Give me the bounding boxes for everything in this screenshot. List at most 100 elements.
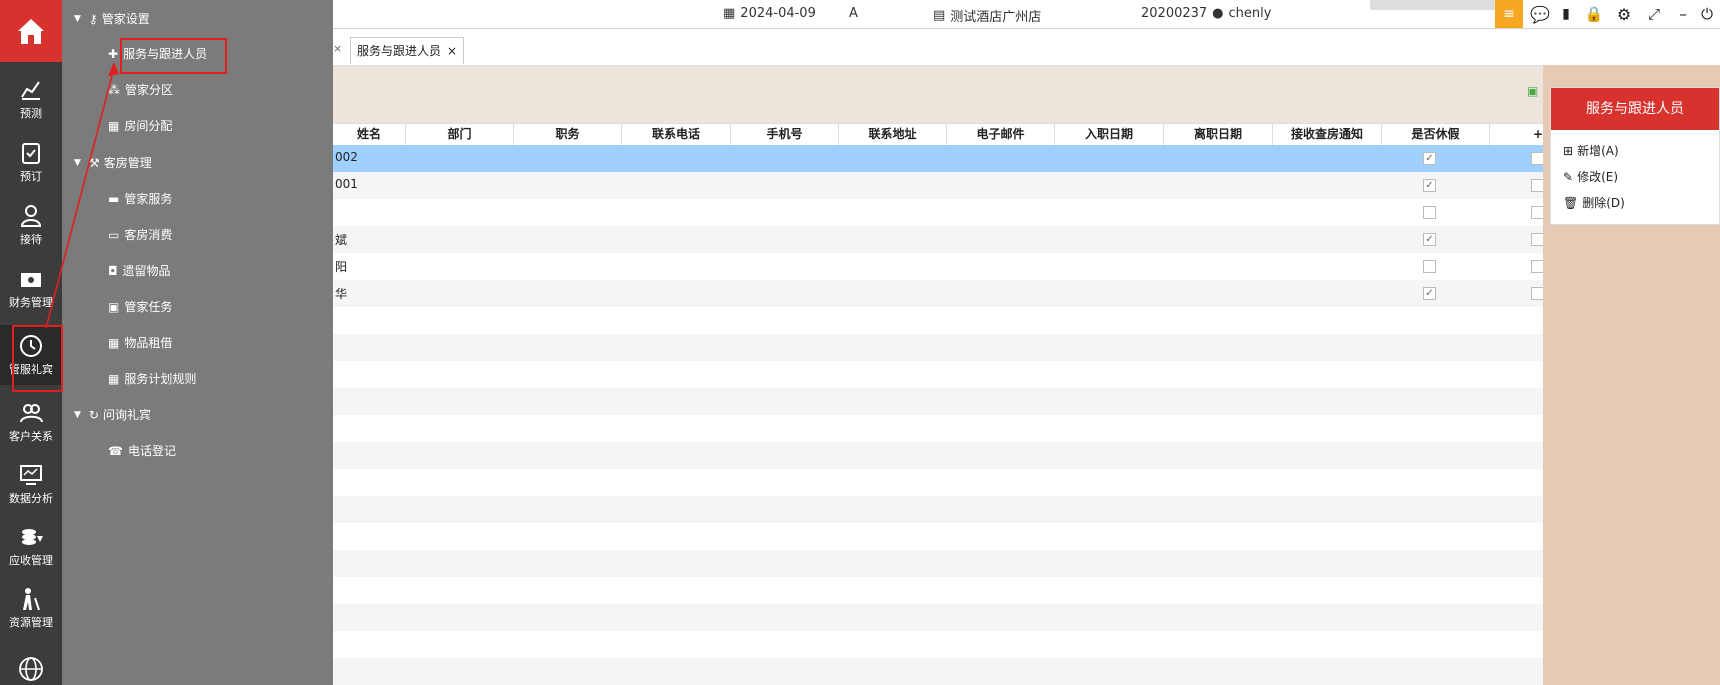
power-icon[interactable]: ⏻ [1697, 5, 1717, 23]
user-info[interactable]: 20200237 ● chenly [1141, 6, 1271, 21]
column-header[interactable]: 入职日期 [1055, 124, 1164, 145]
data-grid: 姓名 部门 职务 联系电话 手机号 联系地址 电子邮件 入职日期 离职日期 接收查房通知 是否休假 +… [333, 123, 1543, 685]
tab-active[interactable]: 服务与跟进人员 × [350, 37, 465, 64]
people-icon [20, 404, 43, 423]
table-row[interactable] [333, 577, 1543, 604]
message-icon[interactable]: 💬 [1527, 5, 1553, 24]
signal-icon[interactable]: ▮ [1553, 6, 1579, 22]
cell-name: 001 [335, 177, 358, 191]
walker-icon [23, 588, 40, 611]
column-header[interactable]: 联系地址 [839, 124, 947, 145]
cell-name: 阳 [335, 260, 348, 274]
nav-item-9[interactable]: 资源管理 [0, 578, 62, 638]
column-header[interactable]: 职务 [514, 124, 622, 145]
column-header[interactable]: 联系电话 [622, 124, 731, 145]
column-header[interactable]: 离职日期 [1164, 124, 1273, 145]
table-row[interactable] [333, 334, 1543, 361]
monitor-icon [20, 465, 42, 485]
vacation-checkbox[interactable] [1531, 233, 1543, 246]
export-icon[interactable]: ▣ [1527, 84, 1538, 98]
caret-down-icon: ▼ [74, 409, 81, 420]
table-row[interactable] [333, 307, 1543, 334]
table-row[interactable]: 001 ✓ [333, 172, 1543, 199]
nav-item-7[interactable]: 数据分析 [0, 454, 62, 514]
vacation-checkbox[interactable] [1531, 206, 1543, 219]
status-indicator [1370, 0, 1495, 10]
table-row[interactable] [333, 631, 1543, 658]
expand-icon[interactable]: ⤢ [1639, 5, 1669, 23]
notify-checkbox[interactable] [1423, 260, 1436, 273]
delete-button[interactable]: 🗑 删除(D) [1563, 194, 1625, 211]
column-header[interactable]: 接收查房通知 [1273, 124, 1382, 145]
vacation-checkbox[interactable] [1531, 260, 1543, 273]
toolbar-icons: 💬 ▮ 🔒 ⚙ ⤢ – ⏻ [1527, 0, 1717, 28]
nav-item-label: 数据分析 [9, 492, 53, 505]
panel-title: 服务与跟进人员 [1551, 88, 1719, 130]
column-header[interactable]: 部门 [406, 124, 514, 145]
tab-close-icon[interactable]: × [447, 38, 457, 64]
minimize-icon[interactable]: – [1669, 5, 1697, 23]
submenu-item[interactable]: ☎ 电话登记 [108, 442, 176, 459]
notify-checkbox[interactable]: ✓ [1423, 179, 1436, 192]
hotel-selector[interactable]: ▤ 测试酒店广州店 [933, 6, 1041, 25]
submenu-group-3[interactable]: ▼ ↻ 问询礼宾 [74, 406, 151, 423]
cell-name: 002 [335, 150, 358, 164]
close-icon[interactable]: × [333, 42, 342, 55]
edit-button[interactable]: ✎ 修改(E) [1563, 168, 1618, 185]
vacation-checkbox[interactable] [1531, 287, 1543, 300]
column-header[interactable]: 是否休假 [1382, 124, 1490, 145]
table-row[interactable] [333, 415, 1543, 442]
grid-header: 姓名 部门 职务 联系电话 手机号 联系地址 电子邮件 入职日期 离职日期 接收查房通知 是否休假 + [333, 123, 1543, 146]
table-row[interactable] [333, 496, 1543, 523]
building-icon: ▤ [933, 8, 946, 23]
action-panel: 服务与跟进人员 ⊞ 新增(A) ✎ 修改(E) 🗑 删除(D) [1550, 87, 1720, 225]
table-row[interactable]: 002 ✓ [333, 145, 1543, 172]
nav-item-label: 应收管理 [9, 554, 53, 567]
table-row[interactable] [333, 604, 1543, 631]
nav-item-label: 客户关系 [9, 430, 53, 443]
column-header[interactable]: 姓名 [333, 124, 406, 145]
table-row[interactable] [333, 550, 1543, 577]
globe-icon[interactable] [0, 648, 62, 685]
plus-icon: ⊞ [1563, 143, 1574, 158]
table-row[interactable] [333, 388, 1543, 415]
nav-item-6[interactable]: 客户关系 [0, 392, 62, 452]
submenu-group-label: 问询礼宾 [102, 408, 151, 422]
edit-icon: ✎ [1563, 169, 1574, 184]
table-row[interactable] [333, 199, 1543, 226]
notify-checkbox[interactable]: ✓ [1423, 152, 1436, 165]
vacation-checkbox[interactable] [1531, 179, 1543, 192]
add-button[interactable]: ⊞ 新增(A) [1563, 142, 1619, 159]
table-row[interactable]: 阳 [333, 253, 1543, 280]
phone-icon: ☎ [108, 443, 123, 458]
gear-icon[interactable]: ⚙ [1609, 5, 1639, 24]
notify-checkbox[interactable]: ✓ [1423, 287, 1436, 300]
notify-checkbox[interactable] [1423, 206, 1436, 219]
tab-bar: × 服务与跟进人员 × [333, 29, 1720, 66]
hamburger-icon: ≡ [1503, 6, 1515, 22]
table-row[interactable] [333, 361, 1543, 388]
user-icon: ● [1212, 6, 1224, 21]
coins-icon [22, 529, 43, 545]
lock-icon[interactable]: 🔒 [1579, 5, 1609, 23]
menu-button[interactable]: ≡ [1495, 0, 1523, 28]
vacation-checkbox[interactable] [1531, 152, 1543, 165]
date-display[interactable]: ▦ 2024-04-09 [723, 6, 816, 21]
refresh-icon: ↻ [88, 407, 99, 422]
trash-icon: 🗑 [1563, 195, 1579, 210]
table-row[interactable] [333, 469, 1543, 496]
shift-display: A [849, 6, 858, 21]
column-header[interactable]: 电子邮件 [947, 124, 1055, 145]
table-row[interactable] [333, 658, 1543, 685]
add-column-icon[interactable]: + [1533, 124, 1543, 145]
annotation-arrow [45, 62, 119, 329]
table-row[interactable]: 斌 ✓ [333, 226, 1543, 253]
cell-name: 斌 [335, 233, 348, 247]
nav-item-8[interactable]: 应收管理 [0, 516, 62, 576]
cell-name: 华 [335, 287, 348, 301]
column-header[interactable]: 手机号 [731, 124, 839, 145]
table-row[interactable] [333, 442, 1543, 469]
notify-checkbox[interactable]: ✓ [1423, 233, 1436, 246]
table-row[interactable]: 华 ✓ [333, 280, 1543, 307]
table-row[interactable] [333, 523, 1543, 550]
